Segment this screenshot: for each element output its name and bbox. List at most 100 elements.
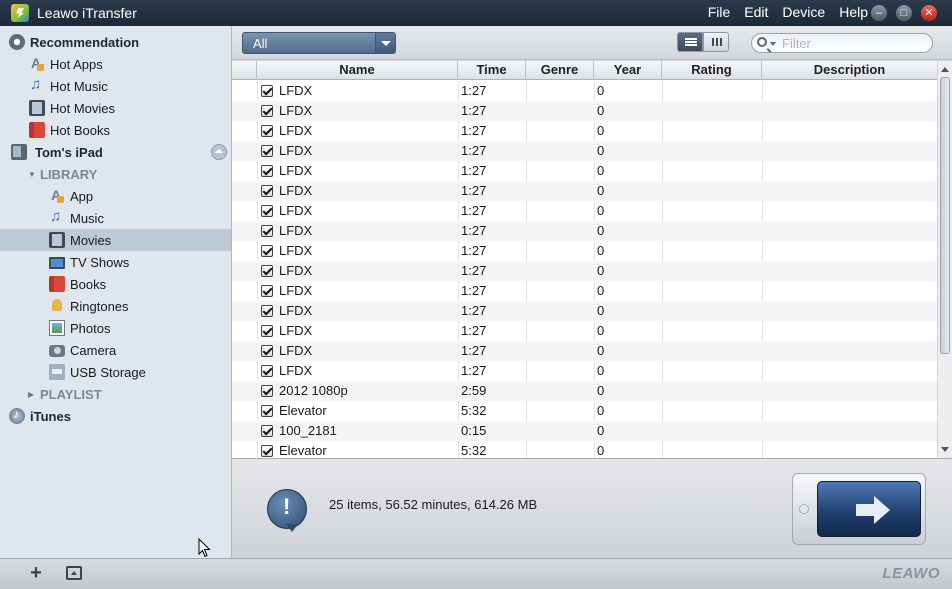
- sidebar-item-app[interactable]: App: [0, 185, 231, 207]
- film-icon: [29, 100, 45, 116]
- eject-icon[interactable]: [211, 144, 227, 160]
- row-checkbox[interactable]: [261, 225, 273, 237]
- row-checkbox[interactable]: [261, 125, 273, 137]
- table-row[interactable]: LFDX 1:27 0: [232, 181, 937, 201]
- row-checkbox[interactable]: [261, 205, 273, 217]
- sidebar-item-hot-books[interactable]: Hot Books: [0, 119, 231, 141]
- table-row[interactable]: LFDX 1:27 0: [232, 241, 937, 261]
- sidebar-item-device[interactable]: Tom's iPad: [0, 141, 231, 163]
- sidebar-item-itunes[interactable]: iTunes: [0, 405, 231, 427]
- row-checkbox[interactable]: [261, 345, 273, 357]
- sidebar-section-playlist[interactable]: ▶ PLAYLIST: [0, 383, 231, 405]
- sidebar-section-library[interactable]: ▼ LIBRARY: [0, 163, 231, 185]
- sidebar-item-movies[interactable]: Movies: [0, 229, 231, 251]
- column-header-year[interactable]: Year: [594, 61, 662, 80]
- table-row[interactable]: LFDX 1:27 0: [232, 301, 937, 321]
- caret-down-icon[interactable]: [770, 42, 776, 46]
- sidebar-item-camera[interactable]: Camera: [0, 339, 231, 361]
- menu-device[interactable]: Device: [782, 4, 825, 20]
- row-checkbox[interactable]: [261, 165, 273, 177]
- row-checkbox[interactable]: [261, 285, 273, 297]
- table-row[interactable]: LFDX 1:27 0: [232, 281, 937, 301]
- add-icon[interactable]: +: [26, 563, 46, 583]
- scroll-up-arrow-icon[interactable]: [941, 67, 949, 72]
- row-checkbox[interactable]: [261, 325, 273, 337]
- column-header-rating[interactable]: Rating: [662, 61, 762, 80]
- scrollbar-thumb[interactable]: [940, 77, 950, 354]
- sidebar-item-hot-apps[interactable]: Hot Apps: [0, 53, 231, 75]
- cell-time: 1:27: [461, 83, 487, 98]
- vertical-scrollbar[interactable]: [937, 61, 952, 458]
- sidebar-item-hot-music[interactable]: Hot Music: [0, 75, 231, 97]
- cell-description: [765, 81, 935, 101]
- cell-genre: [529, 81, 593, 101]
- menu-edit[interactable]: Edit: [744, 4, 768, 20]
- cell-year: 0: [597, 403, 605, 418]
- transfer-button[interactable]: [817, 481, 921, 537]
- sidebar-item-music[interactable]: Music: [0, 207, 231, 229]
- table-row[interactable]: LFDX 1:27 0: [232, 201, 937, 221]
- table-row[interactable]: LFDX 1:27 0: [232, 341, 937, 361]
- table-row[interactable]: 100_2181 0:15 0: [232, 421, 937, 441]
- row-checkbox[interactable]: [261, 305, 273, 317]
- sidebar-item-photos[interactable]: Photos: [0, 317, 231, 339]
- grid-view-button[interactable]: [703, 32, 729, 52]
- table-row[interactable]: Elevator 5:32 0: [232, 441, 937, 458]
- cell-rating: [665, 341, 761, 361]
- table-row[interactable]: Elevator 5:32 0: [232, 401, 937, 421]
- sidebar-item-label: Hot Music: [50, 78, 108, 94]
- close-button[interactable]: ✕: [920, 4, 938, 22]
- column-header-name[interactable]: Name: [257, 61, 458, 80]
- cell-year: 0: [597, 143, 605, 158]
- table-row[interactable]: LFDX 1:27 0: [232, 261, 937, 281]
- menu-help[interactable]: Help: [839, 4, 868, 20]
- sidebar-item-hot-movies[interactable]: Hot Movies: [0, 97, 231, 119]
- menu-file[interactable]: File: [708, 4, 731, 20]
- row-checkbox[interactable]: [261, 405, 273, 417]
- cell-genre: [529, 301, 593, 321]
- row-checkbox[interactable]: [261, 265, 273, 277]
- scroll-down-arrow-icon[interactable]: [941, 447, 949, 452]
- cell-time: 1:27: [461, 243, 487, 258]
- collapse-triangle-icon[interactable]: ▼: [28, 170, 40, 179]
- minimize-button[interactable]: –: [870, 4, 888, 22]
- filter-input[interactable]: [782, 36, 922, 51]
- table-row[interactable]: 2012 1080p 2:59 0: [232, 381, 937, 401]
- table-row[interactable]: LFDX 1:27 0: [232, 161, 937, 181]
- category-dropdown[interactable]: All: [242, 32, 396, 54]
- cell-rating: [665, 181, 761, 201]
- column-header-genre[interactable]: Genre: [526, 61, 594, 80]
- column-header-select[interactable]: [232, 61, 257, 80]
- row-checkbox[interactable]: [261, 145, 273, 157]
- sidebar-item-ringtones[interactable]: Ringtones: [0, 295, 231, 317]
- table-row[interactable]: LFDX 1:27 0: [232, 141, 937, 161]
- table-row[interactable]: LFDX 1:27 0: [232, 81, 937, 101]
- sidebar-item-books[interactable]: Books: [0, 273, 231, 295]
- column-header-time[interactable]: Time: [458, 61, 526, 80]
- list-view-button[interactable]: [677, 32, 703, 52]
- row-checkbox[interactable]: [261, 245, 273, 257]
- sidebar-item-tv-shows[interactable]: TV Shows: [0, 251, 231, 273]
- table-row[interactable]: LFDX 1:27 0: [232, 361, 937, 381]
- column-header-description[interactable]: Description: [762, 61, 937, 80]
- cell-time: 1:27: [461, 303, 487, 318]
- sidebar-item-usb-storage[interactable]: USB Storage: [0, 361, 231, 383]
- maximize-button[interactable]: □: [895, 4, 913, 22]
- table-row[interactable]: LFDX 1:27 0: [232, 221, 937, 241]
- expand-triangle-icon[interactable]: ▶: [28, 390, 40, 399]
- chevron-down-icon[interactable]: [375, 33, 395, 53]
- row-checkbox[interactable]: [261, 385, 273, 397]
- table-row[interactable]: LFDX 1:27 0: [232, 321, 937, 341]
- row-checkbox[interactable]: [261, 105, 273, 117]
- search-icon[interactable]: [757, 37, 767, 47]
- device-name: Tom's iPad: [35, 144, 103, 160]
- row-checkbox[interactable]: [261, 185, 273, 197]
- table-row[interactable]: LFDX 1:27 0: [232, 121, 937, 141]
- row-checkbox[interactable]: [261, 425, 273, 437]
- eject-screen-icon[interactable]: [66, 566, 82, 580]
- table-row[interactable]: LFDX 1:27 0: [232, 101, 937, 121]
- sidebar-item-recommendation[interactable]: Recommendation: [0, 31, 231, 53]
- row-checkbox[interactable]: [261, 85, 273, 97]
- row-checkbox[interactable]: [261, 445, 273, 457]
- row-checkbox[interactable]: [261, 365, 273, 377]
